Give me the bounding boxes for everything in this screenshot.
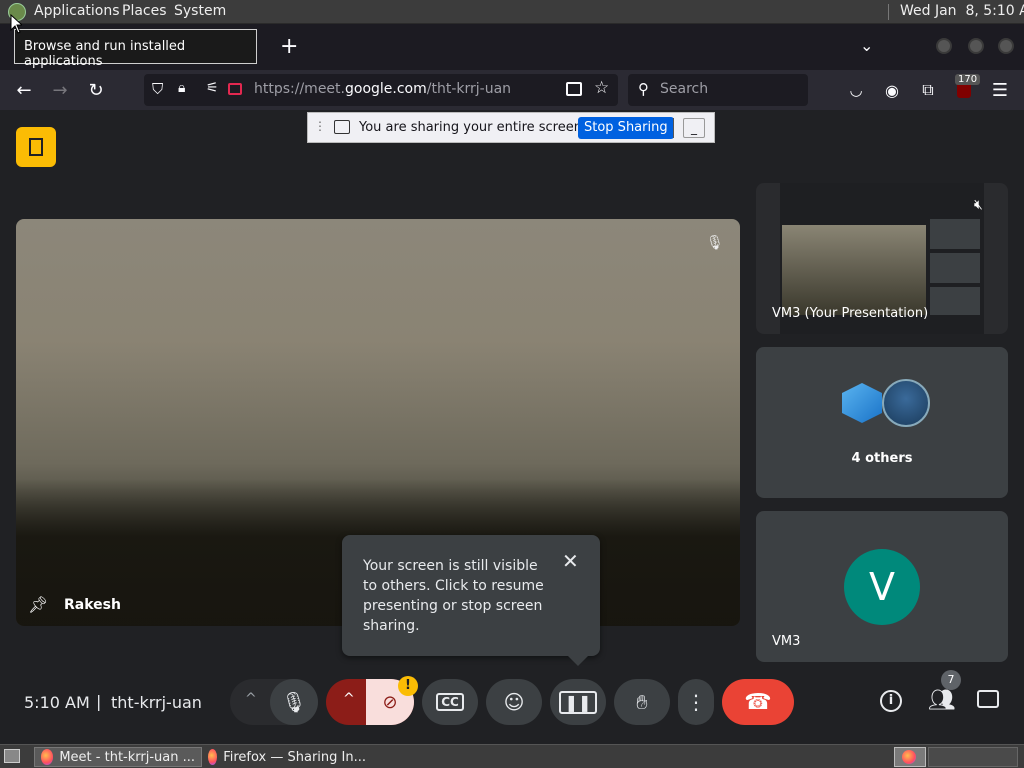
others-avatar-1-icon [842,383,882,423]
pocket-icon[interactable]: ◡ [842,76,870,104]
taskbar-item-label: Meet - tht-krrj-uan ... [59,749,195,765]
clock[interactable]: Wed Jan 8, 5:10 AM [900,3,1024,19]
permissions-icon[interactable]: ⚟ [206,80,219,96]
meeting-time: 5:10 AM [24,693,90,712]
system-menu[interactable]: System [174,3,226,19]
meeting-details-button[interactable] [16,127,56,167]
vm3-label: VM3 [772,634,801,649]
nav-toolbar: ← → ↻ ⛉ 🔒︎ ⚟ https://meet.google.com/tht… [0,70,1024,110]
captions-button[interactable]: CC [422,679,478,725]
list-all-tabs-icon[interactable]: ⌄ [860,36,873,55]
taskbar-item-firefox[interactable]: Firefox — Sharing In... [202,747,372,767]
maximize-window-icon[interactable] [968,38,984,54]
chat-icon[interactable] [977,690,999,708]
stop-sharing-button[interactable]: Stop Sharing [578,117,674,139]
drag-handle-icon[interactable]: ⋮ [314,119,326,133]
lock-icon[interactable]: 🔒︎ [178,80,185,96]
banner-divider [673,118,674,138]
search-icon: ⚲ [638,80,649,98]
meeting-info-icon[interactable]: i [880,690,902,712]
vm3-tile[interactable]: V VM3 [756,511,1008,662]
panel-separator [888,4,889,20]
mouse-cursor-icon [10,14,22,34]
taskbar: Meet - tht-krrj-uan ... Firefox — Sharin… [0,744,1024,768]
workspace-firefox-icon [902,750,916,764]
share-message: You are sharing your entire screen. [359,120,587,135]
places-menu[interactable]: Places [122,3,167,19]
close-icon[interactable]: ✕ [562,549,579,573]
people-count-badge: 7 [941,670,961,690]
picture-in-picture-icon[interactable] [566,82,582,96]
camera-warning-badge: ! [398,676,418,696]
popup-arrow [568,656,588,666]
url-path: /tht-krrj-uan [426,81,512,97]
share-screen-icon [334,120,350,134]
taskbar-item-meet[interactable]: Meet - tht-krrj-uan ... [34,747,202,767]
thumb-tile-3 [930,287,980,315]
search-placeholder: Search [660,81,709,97]
meeting-code: tht-krrj-uan [111,693,202,712]
others-avatar-2-icon [882,379,930,427]
top-panel: Applications Places System Wed Jan 8, 5:… [0,0,1024,24]
door-icon [29,138,43,156]
screen-share-banner: ⋮ You are sharing your entire screen. St… [307,112,715,143]
url-prefix: https://meet. [254,81,345,97]
others-tile[interactable]: 4 others [756,347,1008,498]
popup-message: Your screen is still visible to others. … [363,558,544,634]
new-tab-button[interactable]: + [280,34,298,59]
more-options-button[interactable]: ⋮ [678,679,714,725]
applications-tooltip: Browse and run installed applications [14,29,257,69]
thumb-main-video [782,225,926,315]
show-desktop-icon[interactable] [4,749,20,763]
taskbar-item-label: Firefox — Sharing In... [223,749,366,765]
hide-banner-button[interactable]: _ [683,118,705,138]
screen-share-indicator-icon[interactable] [228,83,242,95]
pin-icon[interactable]: 📌︎ [28,595,48,614]
presentation-label: VM3 (Your Presentation) [772,306,929,321]
thumb-tile-2 [930,253,980,283]
close-window-icon[interactable] [998,38,1014,54]
microphone-button[interactable]: 🎙︎ [270,679,318,725]
shield-icon[interactable]: ⛉ [152,80,163,98]
leave-call-button[interactable]: ☎︎ [722,679,794,725]
present-button[interactable]: ❚❚ [550,679,606,725]
search-bar[interactable]: ⚲ Search [628,74,808,106]
menu-icon[interactable]: ☰ [986,76,1014,104]
minimize-window-icon[interactable] [936,38,952,54]
others-label: 4 others [851,451,913,466]
firefox-icon [208,749,218,765]
url-bar[interactable]: ⛉ 🔒︎ ⚟ https://meet.google.com/tht-krrj-… [144,74,618,106]
reload-icon[interactable]: ↻ [82,76,110,104]
vm3-avatar: V [844,549,920,625]
url-domain: google.com [345,81,427,97]
muted-icon: 🔇︎ [974,197,983,213]
raise-hand-button[interactable]: ✋︎ [614,679,670,725]
muted-mic-icon: 🎙︎ [706,235,724,251]
url-text[interactable]: https://meet.google.com/tht-krrj-uan [254,81,511,97]
bookmark-star-icon[interactable]: ☆ [594,78,609,98]
extensions-icon[interactable]: ⧉ [914,76,942,104]
workspace-2[interactable] [928,747,1018,767]
account-icon[interactable]: ◉ [878,76,906,104]
forward-icon[interactable]: → [46,76,74,104]
back-icon[interactable]: ← [10,76,38,104]
video-options-chevron-icon[interactable]: ^ [343,691,355,707]
bottom-divider: | [96,692,102,711]
participant-name: Rakesh [64,597,121,613]
applications-menu[interactable]: Applications [34,3,120,19]
audio-options-chevron-icon[interactable]: ^ [245,691,257,707]
emoji-button[interactable]: ☺ [486,679,542,725]
firefox-icon [41,749,54,765]
people-icon[interactable]: 👥︎ [928,688,956,713]
still-sharing-popup: Your screen is still visible to others. … [342,535,600,666]
thumb-tile-1 [930,219,980,249]
ublock-badge: 170 [955,74,981,85]
presentation-tile[interactable]: 🔇︎ VM3 (Your Presentation) [756,183,1008,334]
